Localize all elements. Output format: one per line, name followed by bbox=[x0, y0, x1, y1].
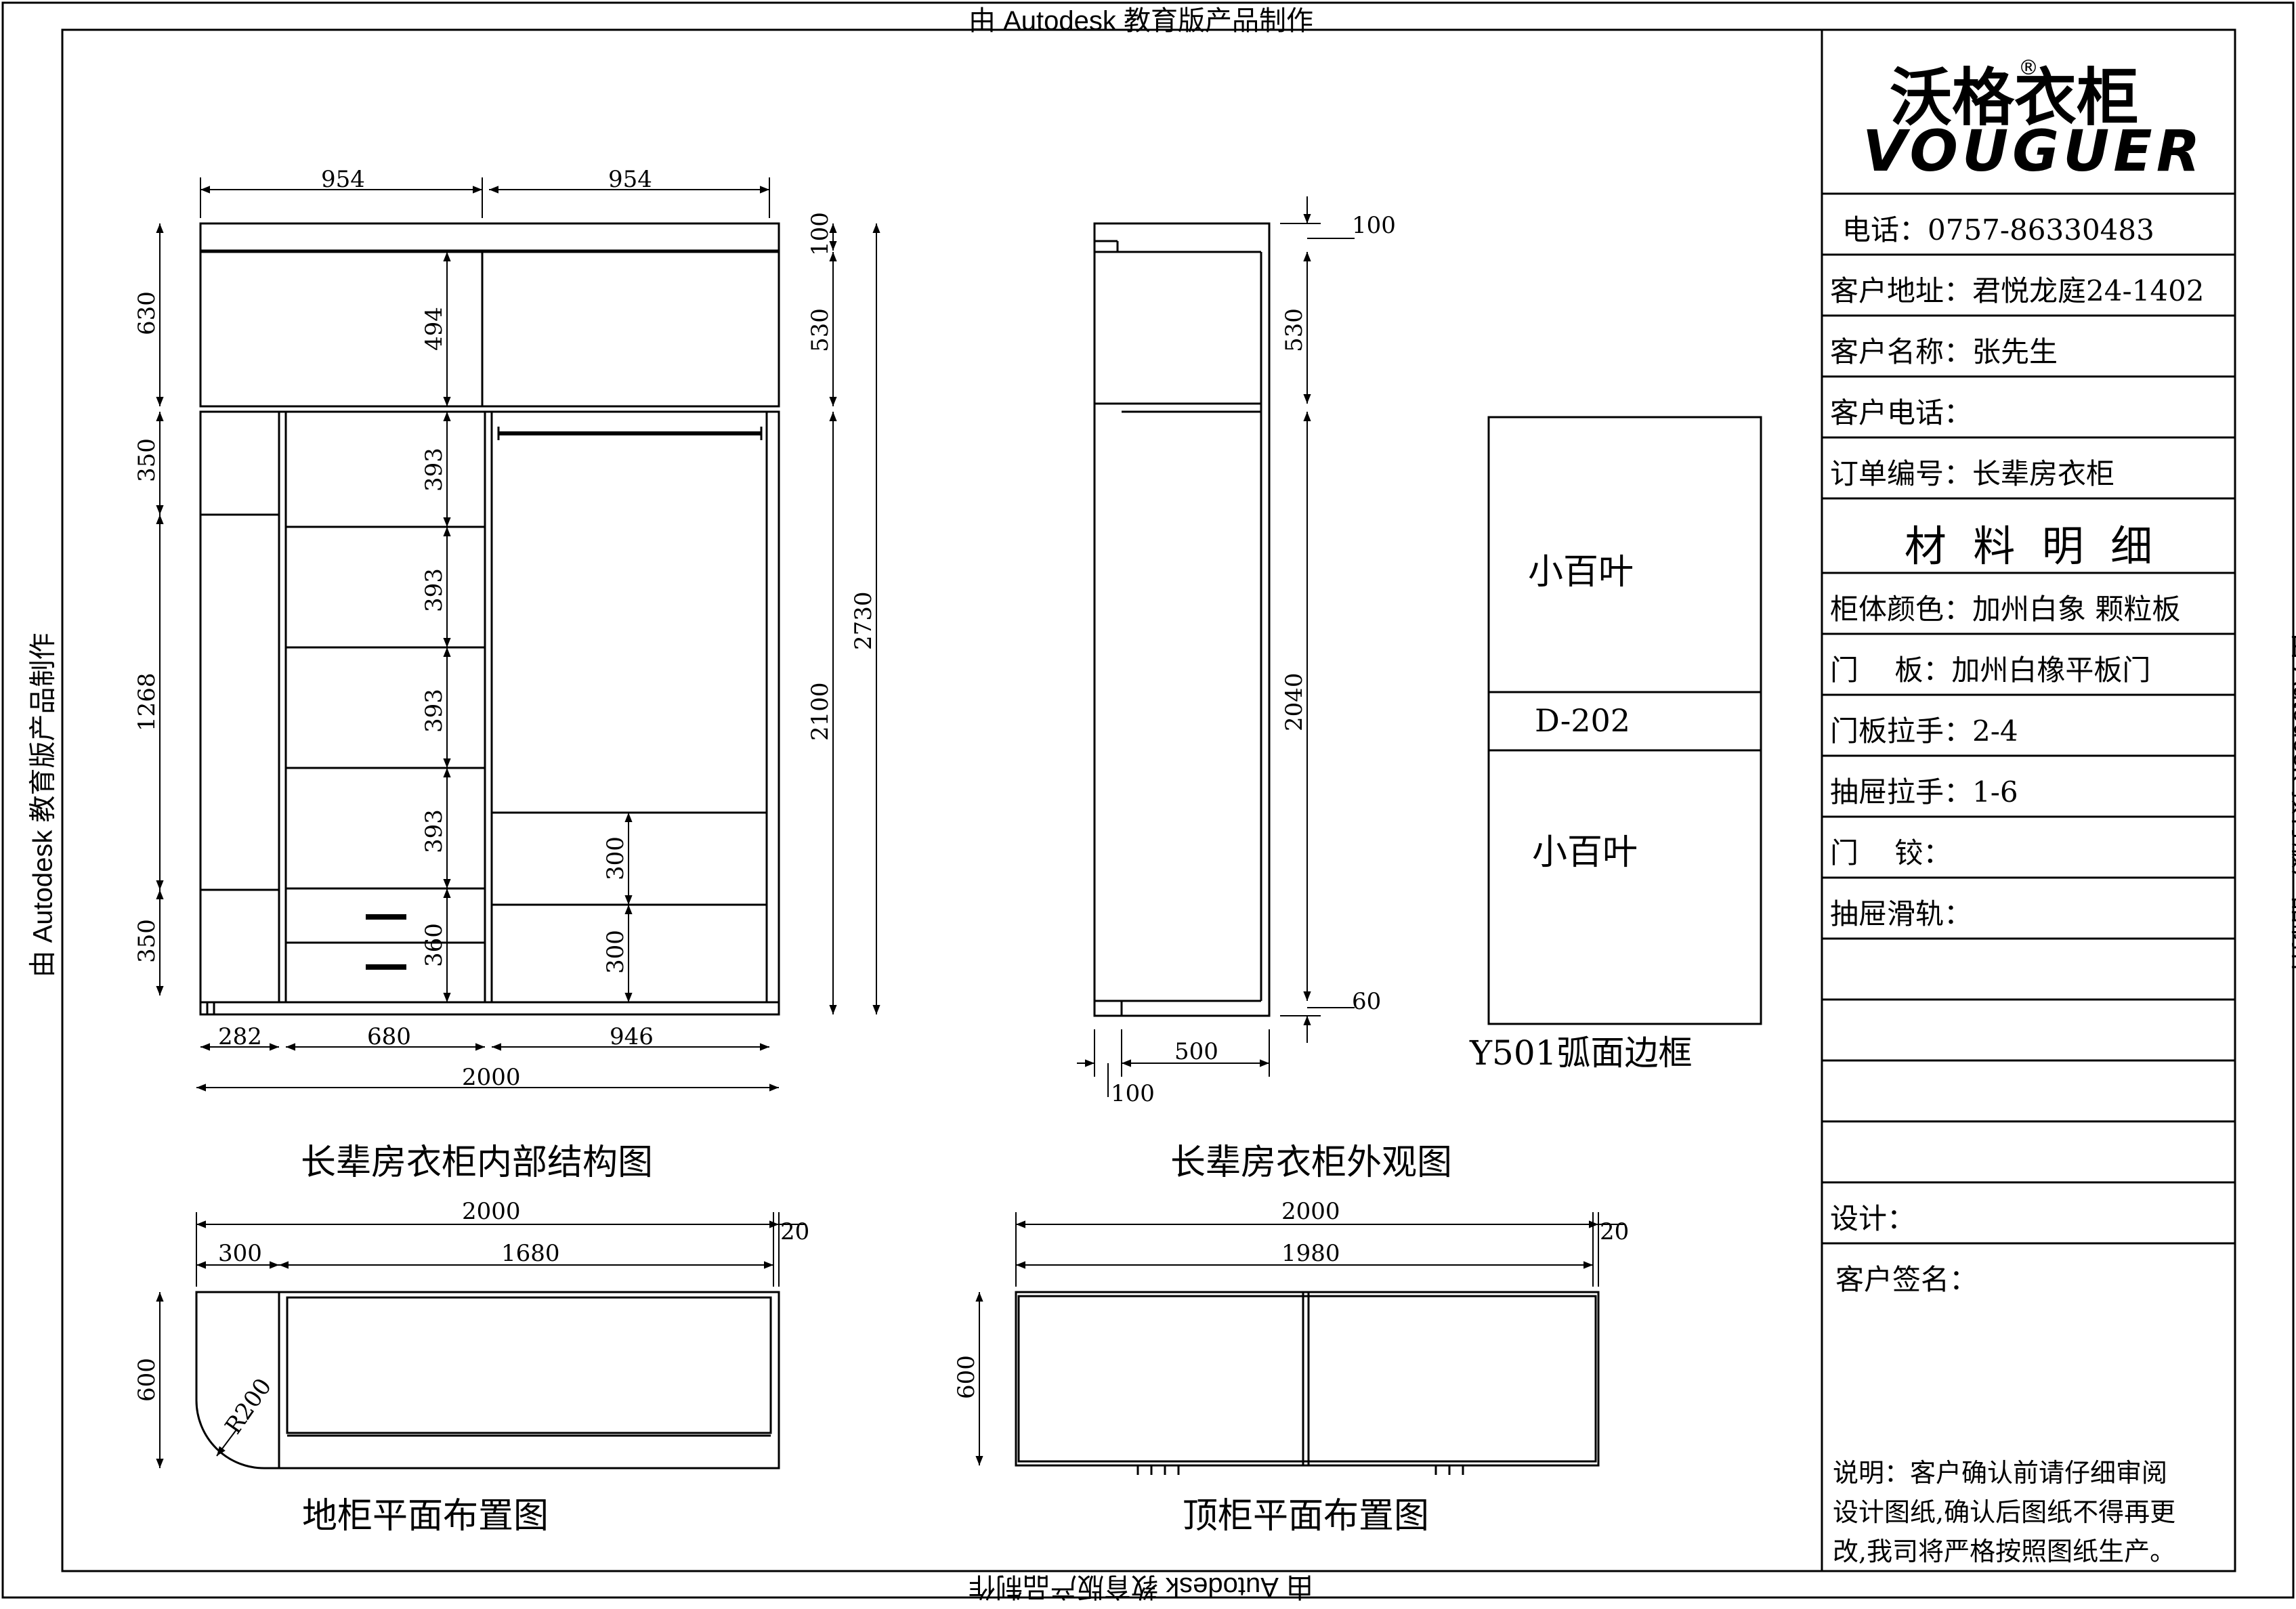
watermark-top: 由 Autodesk 教育版产品制作 bbox=[969, 6, 1314, 36]
base-plan-dimension-texts: 2000 20 300 1680 600 R200 bbox=[133, 1198, 809, 1439]
tb-drawer-slide: 抽屉滑轨： bbox=[1830, 897, 1973, 930]
dim-left-1268: 1268 bbox=[133, 672, 161, 731]
ext-dim-2040: 2040 bbox=[1281, 672, 1308, 731]
title-interior: 长辈房衣柜内部结构图 bbox=[301, 1142, 653, 1183]
door-label-bottom: 小百叶 bbox=[1532, 832, 1638, 873]
door-label-mid: D-202 bbox=[1535, 702, 1630, 739]
top-dim-600: 600 bbox=[953, 1355, 980, 1399]
dim-bottom-282: 282 bbox=[218, 1023, 262, 1050]
dim-right-2100: 2100 bbox=[807, 682, 834, 741]
dim-right-100: 100 bbox=[807, 212, 834, 256]
tb-material-heading: 材 料 明 细 bbox=[1904, 521, 2153, 571]
base-dim-600: 600 bbox=[133, 1358, 161, 1402]
dim-inner-393d: 393 bbox=[421, 809, 448, 853]
dim-bottom-680: 680 bbox=[367, 1023, 411, 1050]
dim-inner-393b: 393 bbox=[421, 568, 448, 612]
tb-door-panel: 门 板：加州白橡平板门 bbox=[1830, 653, 2151, 687]
top-plan-drawing bbox=[1015, 1291, 1600, 1475]
top-dim-1980: 1980 bbox=[1281, 1240, 1340, 1267]
title-top-plan: 顶柜平面布置图 bbox=[1183, 1496, 1429, 1537]
top-dim-2000: 2000 bbox=[1281, 1198, 1340, 1225]
tb-order-number: 订单编号：长辈房衣柜 bbox=[1830, 457, 2115, 490]
tb-note-line-1: 说明：客户确认前请仔细审阅 bbox=[1833, 1458, 2168, 1488]
tb-customer-address: 客户地址：君悦龙庭24-1402 bbox=[1830, 274, 2205, 307]
base-dim-radius: R200 bbox=[220, 1373, 278, 1439]
base-dim-2000: 2000 bbox=[462, 1198, 521, 1225]
tb-hinge: 门 铰： bbox=[1830, 836, 1952, 870]
tb-note-line-2: 设计图纸,确认后图纸不得再更 bbox=[1833, 1497, 2176, 1527]
base-plan-drawing bbox=[195, 1291, 780, 1469]
exterior-dimension-texts: 100 530 2040 60 500 100 bbox=[1111, 212, 1396, 1107]
interior-dimension-texts: 954 954 630 350 1268 350 494 393 393 393… bbox=[133, 166, 877, 1091]
tb-note-line-3: 改,我司将严格按照图纸生产。 bbox=[1833, 1537, 2176, 1566]
ext-dim-500: 500 bbox=[1174, 1038, 1218, 1065]
dim-left-630: 630 bbox=[133, 291, 161, 335]
tb-door-handle: 门板拉手：2-4 bbox=[1830, 714, 2018, 748]
ext-dim-100b: 100 bbox=[1111, 1080, 1155, 1107]
dim-inner-300a: 300 bbox=[602, 836, 629, 880]
dim-inner-393a: 393 bbox=[421, 448, 448, 492]
top-plan-dimension-texts: 2000 20 1980 600 bbox=[953, 1198, 1629, 1399]
ext-dim-530: 530 bbox=[1281, 308, 1308, 352]
watermark-right: 由 Autodesk 教育版产品制作 bbox=[2288, 632, 2296, 978]
brand-name-en: VOUGUER bbox=[1863, 118, 2204, 184]
door-frame-caption: Y501弧面边框 bbox=[1469, 1033, 1692, 1073]
dim-inner-300b: 300 bbox=[602, 930, 629, 974]
ext-dim-100: 100 bbox=[1352, 212, 1396, 239]
tb-customer-signature: 客户签名： bbox=[1835, 1263, 1978, 1296]
interior-dimension-lines bbox=[156, 177, 880, 1092]
watermark-bottom: 由 Autodesk 教育版产品制作 bbox=[969, 1572, 1314, 1602]
dim-bottom-946: 946 bbox=[610, 1023, 654, 1050]
dim-left-350b: 350 bbox=[133, 919, 161, 963]
watermark-left: 由 Autodesk 教育版产品制作 bbox=[28, 632, 58, 978]
dim-right-530: 530 bbox=[807, 308, 834, 352]
door-label-top: 小百叶 bbox=[1528, 552, 1634, 593]
dim-top-left: 954 bbox=[321, 166, 365, 193]
title-base-plan: 地柜平面布置图 bbox=[302, 1496, 549, 1537]
dim-bottom-2000: 2000 bbox=[462, 1064, 521, 1091]
tb-drawer-handle: 抽屉拉手：1-6 bbox=[1830, 775, 2018, 809]
tb-customer-phone: 客户电话： bbox=[1830, 396, 1973, 429]
ext-dim-60: 60 bbox=[1352, 988, 1381, 1015]
top-dim-20: 20 bbox=[1600, 1218, 1629, 1245]
tb-cabinet-color: 柜体颜色：加州白象 颗粒板 bbox=[1830, 593, 2181, 626]
exterior-dimension-lines bbox=[1077, 196, 1355, 1097]
tb-phone: 电话：0757-86330483 bbox=[1842, 213, 2154, 246]
dim-overall-2730: 2730 bbox=[850, 591, 877, 650]
dim-inner-360: 360 bbox=[421, 923, 448, 967]
base-dim-20: 20 bbox=[780, 1218, 809, 1245]
dim-left-350a: 350 bbox=[133, 438, 161, 482]
base-dim-1680: 1680 bbox=[501, 1240, 560, 1267]
dim-inner-393c: 393 bbox=[421, 689, 448, 733]
interior-structure-drawing bbox=[199, 222, 780, 1016]
exterior-side-drawing bbox=[1093, 222, 1271, 1017]
dim-top-right: 954 bbox=[608, 166, 652, 193]
base-dim-300: 300 bbox=[218, 1240, 262, 1267]
dim-inner-494: 494 bbox=[421, 307, 448, 351]
tb-designer: 设计： bbox=[1830, 1202, 1916, 1235]
tb-customer-name: 客户名称：张先生 bbox=[1830, 335, 2058, 368]
brand-registered-mark: ® bbox=[2018, 56, 2039, 80]
title-exterior: 长辈房衣柜外观图 bbox=[1170, 1142, 1452, 1183]
